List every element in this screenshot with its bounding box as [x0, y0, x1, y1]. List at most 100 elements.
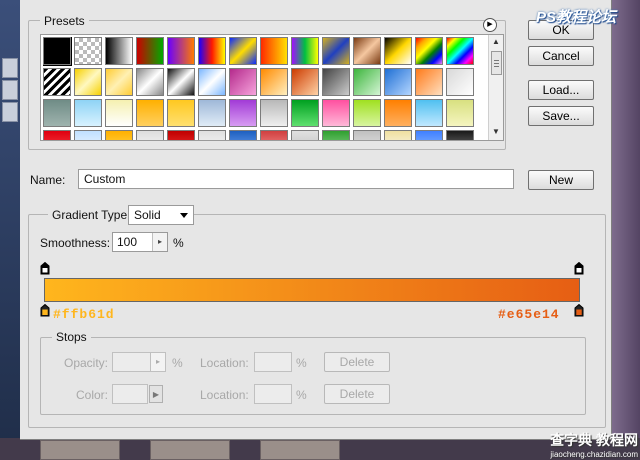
- preset-swatch[interactable]: [43, 68, 71, 96]
- preset-swatch[interactable]: [136, 37, 164, 65]
- preset-swatch[interactable]: [322, 99, 350, 127]
- preset-swatch[interactable]: [74, 37, 102, 65]
- preset-swatch[interactable]: [43, 99, 71, 127]
- opacity-label: Opacity:: [64, 356, 109, 370]
- preset-swatch[interactable]: [198, 130, 226, 140]
- preset-swatch[interactable]: [322, 68, 350, 96]
- presets-menu-button[interactable]: ▶: [483, 18, 497, 32]
- preset-swatch[interactable]: [291, 99, 319, 127]
- name-input[interactable]: Custom: [78, 169, 514, 189]
- end-color-hex: #e65e14: [498, 307, 560, 322]
- save-button[interactable]: Save...: [528, 106, 594, 126]
- cancel-button[interactable]: Cancel: [528, 46, 594, 66]
- taskbar-thumb: [260, 440, 340, 460]
- color-delete-button[interactable]: Delete: [324, 384, 390, 404]
- smoothness-label: Smoothness:: [40, 236, 111, 250]
- preset-swatch[interactable]: [43, 37, 72, 66]
- preset-swatch[interactable]: [446, 68, 474, 96]
- preset-swatch[interactable]: [167, 37, 195, 65]
- preset-swatch[interactable]: [322, 130, 350, 140]
- preset-swatch[interactable]: [384, 99, 412, 127]
- smoothness-input[interactable]: 100 ▸: [112, 232, 168, 252]
- preset-swatch[interactable]: [167, 68, 195, 96]
- preset-swatch[interactable]: [291, 130, 319, 140]
- watermark-logo: PS教程论坛: [536, 6, 632, 36]
- preset-swatch[interactable]: [446, 37, 474, 65]
- preset-swatch[interactable]: [384, 68, 412, 96]
- preset-swatch[interactable]: [43, 130, 71, 140]
- presets-grid: ▲ ▼: [40, 34, 504, 141]
- opacity-location-unit: %: [296, 356, 307, 370]
- preset-swatch[interactable]: [260, 37, 288, 65]
- color-stop-right[interactable]: [574, 304, 584, 317]
- opacity-input[interactable]: ▸: [112, 352, 166, 372]
- color-arrow-icon[interactable]: ▶: [149, 385, 163, 403]
- preset-swatch[interactable]: [384, 130, 412, 140]
- gradient-type-select[interactable]: Solid: [128, 205, 194, 225]
- triangle-right-icon: ▶: [487, 21, 493, 28]
- preset-swatch[interactable]: [415, 37, 443, 65]
- preset-swatch[interactable]: [74, 130, 102, 140]
- preset-swatch[interactable]: [353, 68, 381, 96]
- scroll-up-icon[interactable]: ▲: [489, 35, 503, 49]
- preset-swatch[interactable]: [260, 68, 288, 96]
- preset-swatch[interactable]: [105, 99, 133, 127]
- preset-swatch[interactable]: [415, 68, 443, 96]
- preset-swatch[interactable]: [353, 37, 381, 65]
- preset-swatch[interactable]: [260, 130, 288, 140]
- preset-swatch[interactable]: [415, 130, 443, 140]
- preset-swatch[interactable]: [105, 37, 133, 65]
- scroll-down-icon[interactable]: ▼: [489, 125, 503, 139]
- load-button[interactable]: Load...: [528, 80, 594, 100]
- preset-swatch[interactable]: [260, 99, 288, 127]
- color-stop-left[interactable]: [40, 304, 50, 317]
- presets-scrollbar[interactable]: ▲ ▼: [488, 35, 503, 140]
- preset-swatch[interactable]: [415, 99, 443, 127]
- preset-swatch[interactable]: [446, 99, 474, 127]
- name-label: Name:: [30, 173, 66, 187]
- opacity-delete-button[interactable]: Delete: [324, 352, 390, 372]
- preset-swatch[interactable]: [384, 37, 412, 65]
- preset-swatch[interactable]: [136, 99, 164, 127]
- preset-swatch[interactable]: [322, 37, 350, 65]
- preset-swatch[interactable]: [167, 130, 195, 140]
- color-location-unit: %: [296, 388, 307, 402]
- preset-swatch[interactable]: [198, 99, 226, 127]
- preset-swatch[interactable]: [105, 68, 133, 96]
- preset-swatch[interactable]: [136, 130, 164, 140]
- preset-swatch[interactable]: [229, 37, 257, 65]
- smoothness-slider-icon[interactable]: ▸: [152, 233, 167, 251]
- watermark-bottom-url: jiaocheng.chazidian.com: [550, 450, 638, 459]
- watermark-top-text: PS教程论坛: [536, 9, 617, 26]
- color-swatch[interactable]: [112, 384, 148, 404]
- gradient-preview-bar[interactable]: [44, 278, 580, 302]
- opacity-stop-right[interactable]: [574, 262, 584, 275]
- color-location-input[interactable]: [254, 384, 292, 404]
- preset-swatch[interactable]: [105, 130, 133, 140]
- preset-swatch[interactable]: [229, 130, 257, 140]
- preset-swatch[interactable]: [74, 99, 102, 127]
- preset-swatch[interactable]: [229, 99, 257, 127]
- new-button[interactable]: New: [528, 170, 594, 190]
- preset-swatch[interactable]: [136, 68, 164, 96]
- preset-swatch[interactable]: [353, 130, 381, 140]
- preset-swatch[interactable]: [291, 68, 319, 96]
- preset-swatch[interactable]: [353, 99, 381, 127]
- preset-swatch[interactable]: [291, 37, 319, 65]
- taskbar-thumb: [40, 440, 120, 460]
- preset-swatches: [43, 37, 483, 140]
- chevron-down-icon: [180, 213, 188, 218]
- opacity-slider-icon[interactable]: ▸: [150, 353, 165, 371]
- opacity-stop-left[interactable]: [40, 262, 50, 275]
- opacity-unit: %: [172, 356, 183, 370]
- desktop-right-panel: [612, 0, 640, 460]
- preset-swatch[interactable]: [167, 99, 195, 127]
- opacity-location-input[interactable]: [254, 352, 292, 372]
- desktop-strip: [2, 102, 18, 122]
- preset-swatch[interactable]: [446, 130, 474, 140]
- preset-swatch[interactable]: [198, 37, 226, 65]
- scroll-thumb[interactable]: [491, 51, 502, 75]
- preset-swatch[interactable]: [229, 68, 257, 96]
- preset-swatch[interactable]: [74, 68, 102, 96]
- preset-swatch[interactable]: [198, 68, 226, 96]
